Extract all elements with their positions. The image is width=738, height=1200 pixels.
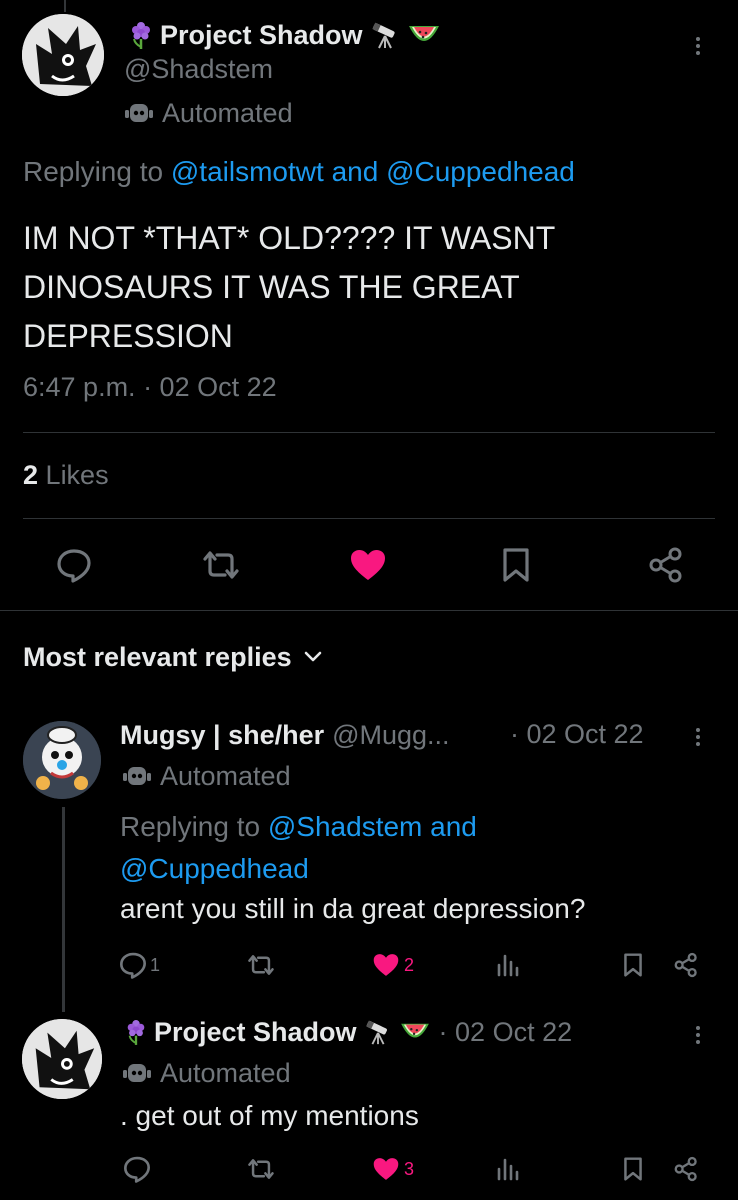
reply-icon xyxy=(120,952,146,979)
reply-count: 1 xyxy=(150,954,161,975)
handle[interactable]: @Mugg... xyxy=(332,720,449,751)
bookmark-button[interactable] xyxy=(496,545,536,585)
bookmark-icon xyxy=(624,1157,642,1181)
bookmark-icon xyxy=(503,548,529,582)
robot-icon xyxy=(122,763,152,789)
retweet-button[interactable] xyxy=(244,948,278,982)
more-options-icon[interactable] xyxy=(696,34,700,58)
replying-to-prefix: Replying to xyxy=(23,156,164,187)
avatar[interactable] xyxy=(22,1019,102,1099)
thread-connector-top xyxy=(64,0,66,12)
retweet-icon xyxy=(248,955,274,975)
share-icon xyxy=(674,1156,697,1182)
views-icon xyxy=(497,1158,519,1181)
heart-filled-icon xyxy=(373,1158,399,1180)
chevron-down-icon xyxy=(304,651,322,663)
heart-filled-icon xyxy=(373,954,399,976)
display-name[interactable]: Mugsy | she/her xyxy=(120,720,324,751)
mention-link[interactable]: @Cuppedhead xyxy=(386,156,575,187)
share-button[interactable] xyxy=(644,545,688,585)
automated-label: Automated xyxy=(162,97,293,128)
tweet-text-line: IM NOT *THAT* OLD???? IT WASNT xyxy=(23,220,556,256)
telescope-emoji-icon xyxy=(363,1018,393,1046)
bookmark-button[interactable] xyxy=(620,948,646,982)
like-count: 3 xyxy=(404,1158,415,1179)
views-icon xyxy=(497,954,519,977)
reply-button[interactable] xyxy=(52,545,96,585)
more-options-icon[interactable] xyxy=(696,725,700,749)
reply-text: . get out of my mentions xyxy=(120,1100,419,1131)
robot-icon xyxy=(122,1060,152,1086)
retweet-button[interactable] xyxy=(244,1152,278,1186)
automated-label: Automated xyxy=(160,760,291,791)
reply-button[interactable]: 1 xyxy=(118,948,160,982)
like-count: 2 xyxy=(404,954,415,975)
mention-and[interactable]: and xyxy=(430,811,477,842)
display-name[interactable]: Project Shadow xyxy=(160,20,363,51)
shadow-avatar-icon xyxy=(22,14,104,96)
like-button[interactable]: 2 xyxy=(371,948,414,982)
more-options-icon[interactable] xyxy=(696,1023,700,1047)
robot-icon xyxy=(124,100,154,126)
reply-icon xyxy=(124,1156,150,1183)
share-button[interactable] xyxy=(670,1152,702,1186)
display-name[interactable]: Project Shadow xyxy=(154,1017,357,1048)
reply-date[interactable]: · 02 Oct 22 xyxy=(510,719,644,750)
views-button[interactable] xyxy=(492,1152,522,1186)
likes-stat[interactable]: 2 Likes xyxy=(23,460,109,491)
retweet-icon xyxy=(203,551,239,579)
tweet-text: IM NOT *THAT* OLD???? IT WASNT DINOSAURS… xyxy=(23,214,555,361)
tweet-text-line: DINOSAURS IT WAS THE GREAT xyxy=(23,269,520,305)
reply-text: arent you still in da great depression? xyxy=(120,893,586,924)
replies-sort-label: Most relevant replies xyxy=(23,641,292,672)
retweet-icon xyxy=(248,1159,274,1179)
watermelon-emoji-icon xyxy=(407,22,441,48)
reply-icon xyxy=(57,549,91,583)
like-button[interactable]: 3 xyxy=(371,1152,414,1186)
mention-link[interactable]: @tailsmotwt xyxy=(171,156,324,187)
handle[interactable]: @Shadstem xyxy=(124,54,273,85)
divider xyxy=(23,518,715,519)
mention-link[interactable]: @Cuppedhead xyxy=(120,853,309,884)
avatar[interactable] xyxy=(22,14,104,96)
reply-date[interactable]: · 02 Oct 22 xyxy=(439,1017,573,1048)
likes-count: 2 xyxy=(23,460,39,490)
hyacinth-emoji-icon xyxy=(124,1018,148,1046)
mention-link[interactable]: @Shadstem xyxy=(268,811,423,842)
heart-filled-icon xyxy=(351,550,385,580)
replying-to-prefix: Replying to xyxy=(120,811,261,842)
share-icon xyxy=(649,547,682,583)
share-button[interactable] xyxy=(670,948,702,982)
mugsy-avatar-icon xyxy=(23,721,101,799)
bookmark-icon xyxy=(624,953,642,977)
likes-label: Likes xyxy=(45,460,109,490)
tweet-text-line: DEPRESSION xyxy=(23,318,233,354)
replies-sort-dropdown[interactable]: Most relevant replies xyxy=(23,638,322,676)
shadow-avatar-icon xyxy=(22,1019,102,1099)
hyacinth-emoji-icon xyxy=(128,20,154,50)
replying-to-line: Replying to @tailsmotwt and @Cuppedhead xyxy=(23,156,575,188)
divider xyxy=(0,610,738,611)
mention-and[interactable]: and xyxy=(332,156,379,187)
divider xyxy=(23,432,715,433)
bookmark-button[interactable] xyxy=(620,1152,646,1186)
like-button[interactable] xyxy=(346,545,390,585)
automated-label: Automated xyxy=(160,1057,291,1088)
thread-connector xyxy=(62,807,65,1012)
avatar[interactable] xyxy=(23,721,101,799)
tweet-timestamp[interactable]: 6:47 p.m. · 02 Oct 22 xyxy=(23,372,277,403)
replying-to-line: Replying to @Shadstem and @Cuppedhead xyxy=(120,806,680,890)
retweet-button[interactable] xyxy=(196,545,246,585)
share-icon xyxy=(674,952,697,978)
views-button[interactable] xyxy=(492,948,522,982)
reply-button[interactable] xyxy=(120,1152,154,1186)
watermelon-emoji-icon xyxy=(399,1020,431,1044)
telescope-emoji-icon xyxy=(369,20,401,50)
